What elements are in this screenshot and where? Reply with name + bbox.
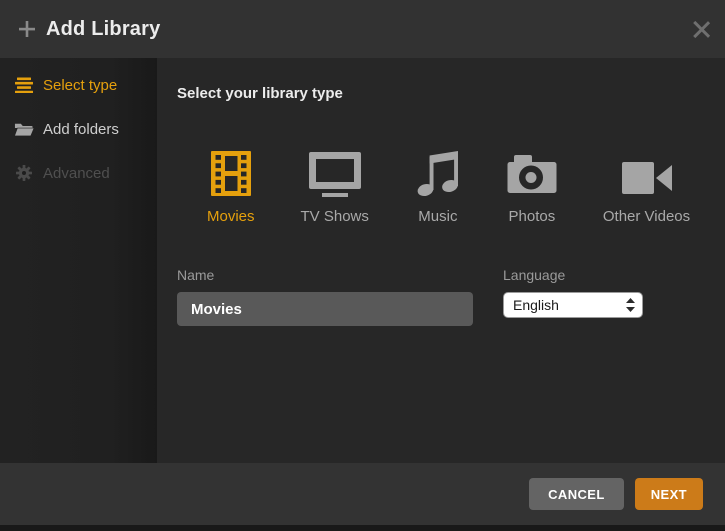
- dialog-title: Add Library: [46, 18, 160, 41]
- gear-icon: [14, 165, 34, 182]
- type-option-music[interactable]: Music: [415, 147, 461, 225]
- type-label: Other Videos: [603, 208, 690, 225]
- list-lines-icon: [14, 77, 34, 94]
- select-type-panel: Select your library type: [157, 58, 725, 463]
- plus-icon: [18, 20, 36, 38]
- video-camera-icon: [621, 147, 673, 197]
- language-select[interactable]: English: [503, 292, 643, 318]
- next-button[interactable]: NEXT: [635, 478, 703, 510]
- language-field-label: Language: [503, 267, 643, 283]
- type-option-other-videos[interactable]: Other Videos: [603, 147, 690, 225]
- type-label: TV Shows: [301, 208, 369, 225]
- type-label: Music: [418, 208, 457, 225]
- sidebar-item-label: Advanced: [43, 165, 110, 182]
- panel-heading: Select your library type: [177, 85, 725, 102]
- name-field-group: Name: [177, 267, 473, 326]
- dialog-footer: CANCEL NEXT: [0, 463, 725, 525]
- wizard-steps-sidebar: Select type Add folders: [0, 58, 157, 463]
- folder-icon: [14, 121, 34, 138]
- stepper-icon: [626, 298, 635, 312]
- language-selected-value: English: [513, 297, 626, 313]
- sidebar-item-select-type[interactable]: Select type: [0, 63, 157, 107]
- dialog-titlebar: Add Library: [0, 0, 725, 58]
- music-note-icon: [415, 147, 461, 197]
- sidebar-item-add-folders[interactable]: Add folders: [0, 107, 157, 151]
- sidebar-item-label: Add folders: [43, 121, 119, 138]
- sidebar-item-label: Select type: [43, 77, 117, 94]
- background-strip: [0, 525, 725, 531]
- type-label: Movies: [207, 208, 255, 225]
- type-option-tv-shows[interactable]: TV Shows: [301, 147, 369, 225]
- film-icon: [208, 147, 254, 197]
- type-label: Photos: [509, 208, 556, 225]
- close-icon[interactable]: [693, 21, 710, 38]
- name-field-label: Name: [177, 267, 473, 283]
- camera-icon: [507, 147, 557, 197]
- sidebar-item-advanced: Advanced: [0, 151, 157, 195]
- type-option-movies[interactable]: Movies: [207, 147, 255, 225]
- dialog-body: Select type Add folders: [0, 58, 725, 463]
- library-type-row: Movies TV Shows: [207, 147, 725, 225]
- library-settings-row: Name Language English: [177, 267, 725, 326]
- type-option-photos[interactable]: Photos: [507, 147, 557, 225]
- add-library-dialog: Add Library: [0, 0, 725, 531]
- language-field-group: Language English: [503, 267, 643, 318]
- cancel-button[interactable]: CANCEL: [529, 478, 624, 510]
- name-input[interactable]: [177, 292, 473, 326]
- tv-icon: [308, 147, 362, 197]
